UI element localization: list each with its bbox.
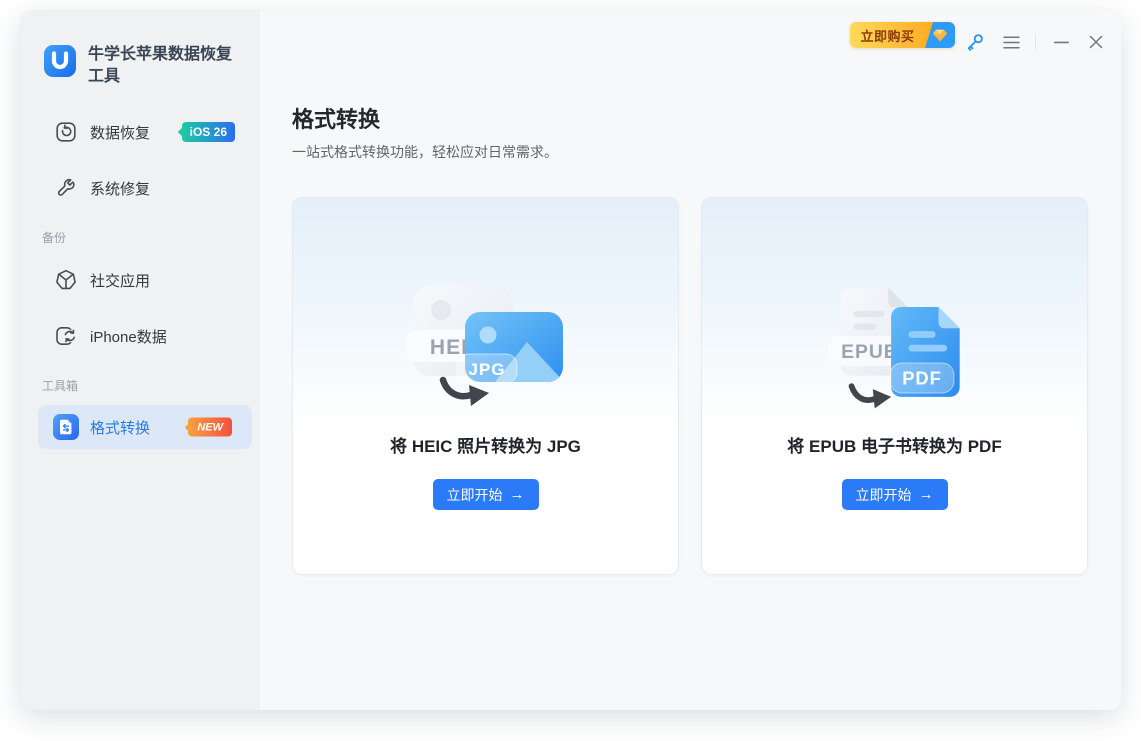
- minimize-button[interactable]: [1047, 28, 1075, 56]
- convert-doc-icon: [53, 414, 79, 440]
- page-subtitle: 一站式格式转换功能，轻松应对日常需求。: [292, 142, 558, 162]
- titlebar-separator: [1035, 34, 1036, 50]
- sidebar-section-backup: 备份: [42, 229, 66, 246]
- convert-arrow: [851, 386, 874, 400]
- buy-now-label: 立即购买: [850, 22, 925, 48]
- new-badge: NEW: [188, 418, 232, 437]
- hamburger-menu-button[interactable]: [997, 28, 1025, 56]
- page-title: 格式转换: [292, 102, 380, 134]
- cube-icon: [54, 268, 78, 292]
- wrench-icon: [54, 176, 78, 200]
- start-button-label: 立即开始: [856, 485, 912, 505]
- hamburger-menu-icon: [1003, 36, 1020, 49]
- start-heic-to-jpg-button[interactable]: 立即开始 →: [433, 479, 539, 510]
- sidebar-item-label: 格式转换: [90, 417, 150, 438]
- target-format-label: JPG: [468, 360, 505, 379]
- heic-to-jpg-icon: HEIC JPG: [401, 280, 571, 420]
- buy-now-button[interactable]: 立即购买: [850, 22, 955, 48]
- sidebar-item-label: 数据恢复: [90, 122, 150, 143]
- key-icon: [964, 31, 986, 53]
- main-content: 立即购买: [260, 10, 1121, 710]
- sidebar-item-format-conversion[interactable]: 格式转换 NEW: [38, 405, 252, 449]
- sidebar-item-label: 社交应用: [90, 270, 150, 291]
- app-logo-icon: [42, 43, 78, 88]
- card-list: HEIC JPG 将 HEIC 照片转换为 JPG 立即开始: [292, 197, 1088, 575]
- card-title: 将 HEIC 照片转换为 JPG: [390, 432, 581, 457]
- sidebar-item-system-repair[interactable]: 系统修复: [54, 168, 246, 208]
- close-button[interactable]: [1082, 28, 1110, 56]
- sidebar-item-label: 系统修复: [90, 178, 150, 199]
- right-arrow-icon: →: [510, 487, 525, 502]
- card-heic-to-jpg: HEIC JPG 将 HEIC 照片转换为 JPG 立即开始: [292, 197, 679, 575]
- sidebar-item-social-apps[interactable]: 社交应用: [54, 260, 246, 300]
- start-button-label: 立即开始: [447, 485, 503, 505]
- right-arrow-icon: →: [919, 487, 934, 502]
- target-format-label: PDF: [902, 367, 942, 388]
- start-epub-to-pdf-button[interactable]: 立即开始 →: [842, 479, 948, 510]
- source-format-label: EPUB: [841, 342, 898, 363]
- gem-icon: [925, 22, 955, 48]
- app-logo-row: 牛学长苹果数据恢复工具: [42, 43, 242, 88]
- epub-to-pdf-icon: EPUB PDF: [810, 280, 980, 420]
- close-icon: [1089, 35, 1103, 49]
- sidebar-item-data-recovery[interactable]: 数据恢复 iOS 26: [54, 112, 246, 152]
- transfer-icon: [54, 324, 78, 348]
- app-window: 牛学长苹果数据恢复工具 数据恢复 iOS 26 系统修复 备份: [20, 10, 1121, 710]
- sidebar: 牛学长苹果数据恢复工具 数据恢复 iOS 26 系统修复 备份: [20, 10, 260, 710]
- restore-icon: [54, 120, 78, 144]
- app-title: 牛学长苹果数据恢复工具: [88, 43, 242, 88]
- card-epub-to-pdf: EPUB PDF 将 EPUB 电子书转换为 PDF 立即开始 →: [701, 197, 1088, 575]
- sidebar-item-label: iPhone数据: [90, 326, 167, 347]
- sidebar-section-toolbox: 工具箱: [42, 377, 78, 394]
- register-key-button[interactable]: [961, 28, 989, 56]
- ios26-badge: iOS 26: [182, 122, 235, 142]
- minimize-icon: [1054, 41, 1069, 44]
- card-title: 将 EPUB 电子书转换为 PDF: [787, 432, 1001, 457]
- sidebar-item-iphone-data[interactable]: iPhone数据: [54, 316, 246, 356]
